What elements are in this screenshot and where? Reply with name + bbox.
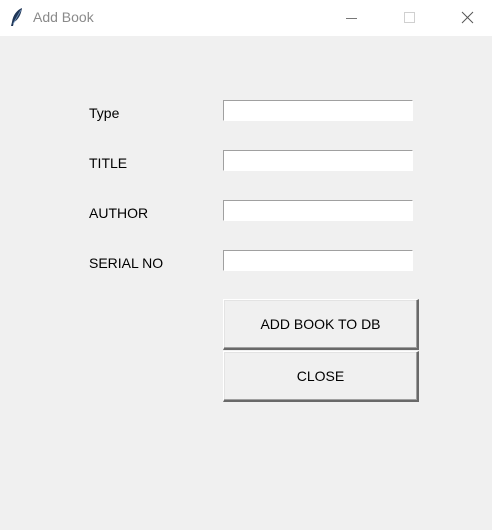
add-book-button[interactable]: ADD BOOK TO DB <box>223 299 419 350</box>
window-title: Add Book <box>33 9 94 25</box>
feather-icon <box>9 7 25 27</box>
type-input[interactable] <box>223 100 413 121</box>
type-label: Type <box>89 105 120 121</box>
serial-no-label: SERIAL NO <box>89 255 164 271</box>
author-label: AUTHOR <box>89 205 149 221</box>
title-input[interactable] <box>223 150 413 171</box>
title-label: TITLE <box>89 155 128 171</box>
close-icon <box>461 11 474 24</box>
author-input[interactable] <box>223 200 413 221</box>
maximize-button[interactable] <box>388 0 432 36</box>
close-window-button[interactable] <box>446 0 490 36</box>
minimize-icon <box>346 18 357 19</box>
maximize-icon <box>404 12 415 23</box>
form-area: Type TITLE AUTHOR SERIAL NO ADD BOOK TO … <box>0 36 492 530</box>
add-book-window: Add Book Type TITLE AUTHOR SERIAL NO ADD <box>0 0 492 530</box>
serial-no-input[interactable] <box>223 250 413 271</box>
title-bar[interactable]: Add Book <box>0 0 492 36</box>
close-button[interactable]: CLOSE <box>223 351 419 402</box>
minimize-button[interactable] <box>330 0 374 36</box>
